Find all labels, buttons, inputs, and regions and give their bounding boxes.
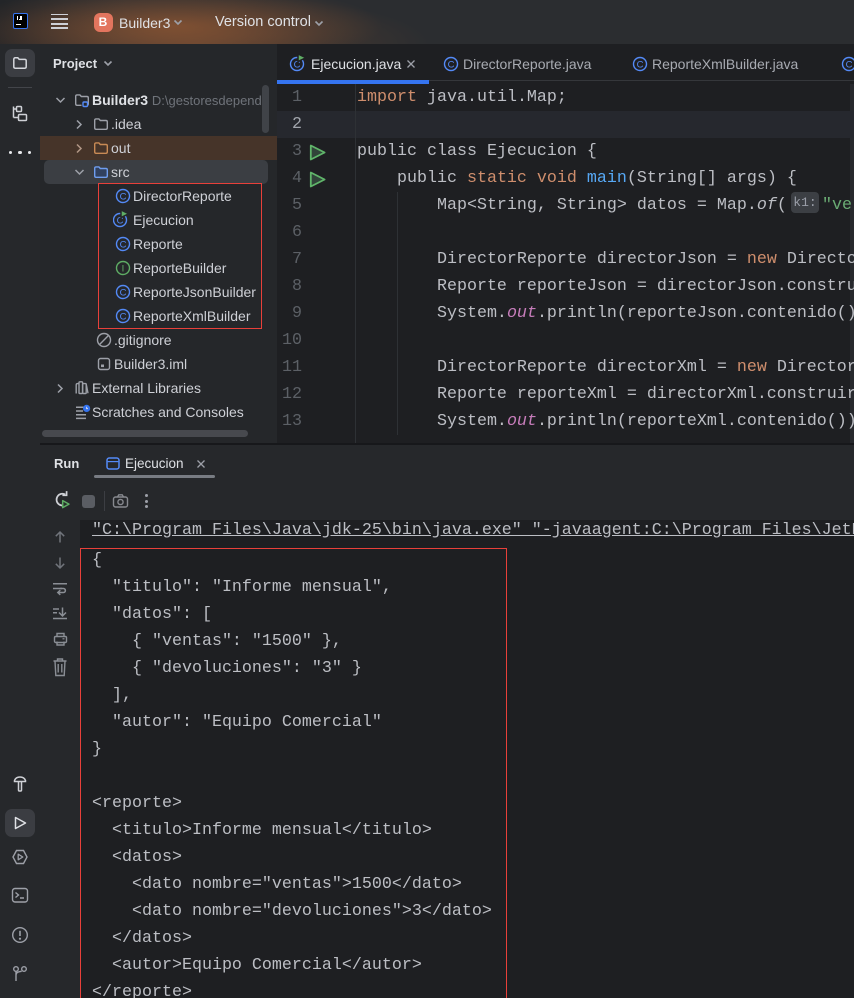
svg-text:C: C — [448, 59, 455, 70]
svg-text:C: C — [846, 59, 853, 70]
svg-text:C: C — [637, 59, 644, 70]
